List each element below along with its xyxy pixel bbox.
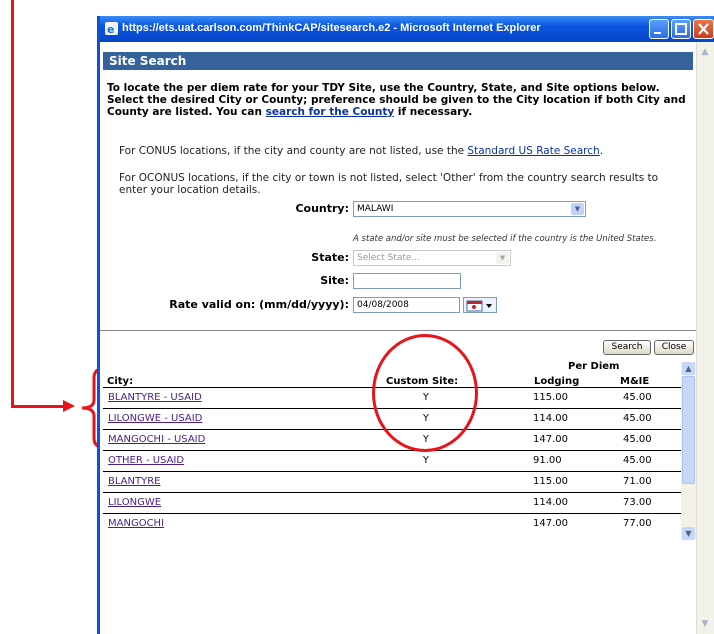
conus-note: For CONUS locations, if the city and cou… (119, 145, 689, 157)
mie-cell: 45.00 (623, 455, 652, 466)
annotation-line-horizontal (11, 405, 65, 408)
city-link[interactable]: MANGOCHI - USAID (108, 434, 205, 445)
mie-cell: 73.00 (623, 497, 652, 508)
standard-rate-search-link[interactable]: Standard US Rate Search (467, 145, 599, 157)
site-label: Site: (320, 274, 349, 287)
date-input[interactable]: 04/08/2008 (353, 297, 460, 313)
lodging-cell: 115.00 (533, 392, 568, 403)
country-select[interactable]: MALAWI ▼ (353, 201, 586, 217)
section-divider (100, 330, 697, 331)
conus-note-text: For CONUS locations, if the city and cou… (119, 145, 468, 157)
minimize-button[interactable] (649, 19, 669, 39)
page-title: Site Search (103, 52, 693, 70)
table-scrollbar-thumb[interactable] (682, 376, 695, 484)
city-link[interactable]: OTHER - USAID (108, 455, 184, 466)
calendar-icon (466, 300, 492, 312)
conus-note-end: . (599, 145, 604, 157)
state-placeholder: Select State... (357, 253, 421, 263)
state-label: State: (311, 251, 349, 264)
mie-cell: 45.00 (623, 392, 652, 403)
lodging-cell: 114.00 (533, 413, 568, 424)
title-bar: e https://ets.uat.carlson.com/ThinkCAP/s… (100, 16, 714, 42)
lodging-cell: 147.00 (533, 434, 568, 445)
table-scrollbar[interactable]: ▲ ▼ (681, 362, 696, 540)
page-content: Site Search To locate the per diem rate … (100, 42, 697, 634)
browser-window: e https://ets.uat.carlson.com/ThinkCAP/s… (97, 16, 714, 634)
close-button[interactable]: Close (654, 340, 694, 355)
ie-icon: e (105, 22, 118, 36)
table-row: BLANTYRE 115.00 71.00 (103, 472, 681, 493)
close-icon (698, 23, 709, 35)
custom-site-cell: Y (423, 455, 429, 466)
window-scrollbar[interactable]: ▲ ▼ (696, 42, 714, 634)
scroll-down-icon[interactable]: ▼ (699, 618, 711, 630)
annotation-line-vertical (11, 0, 14, 408)
oconus-note: For OCONUS locations, if the city or tow… (119, 172, 659, 196)
lodging-cell: 114.00 (533, 497, 568, 508)
mie-cell: 71.00 (623, 476, 652, 487)
lodging-cell: 147.00 (533, 518, 568, 528)
scroll-up-icon[interactable]: ▲ (699, 46, 711, 58)
lodging-cell: 115.00 (533, 476, 568, 487)
country-value: MALAWI (357, 204, 394, 214)
table-row: OTHER - USAID Y 91.00 45.00 (103, 451, 681, 472)
table-row: MANGOCHI 147.00 77.00 (103, 514, 681, 528)
calendar-button[interactable] (463, 297, 497, 313)
search-button[interactable]: Search (603, 340, 651, 355)
city-link[interactable]: MANGOCHI (108, 518, 164, 528)
maximize-icon (675, 23, 687, 35)
annotation-circle (372, 334, 478, 452)
county-search-link[interactable]: search for the County (266, 106, 395, 118)
lodging-cell: 91.00 (533, 455, 562, 466)
minimize-icon (654, 32, 661, 34)
city-link[interactable]: LILONGWE - USAID (108, 413, 202, 424)
table-row: LILONGWE 114.00 73.00 (103, 493, 681, 514)
scroll-down-icon[interactable]: ▼ (682, 527, 695, 540)
chevron-down-icon: ▼ (571, 203, 584, 215)
close-window-button[interactable] (693, 19, 714, 39)
maximize-button[interactable] (671, 19, 691, 39)
instructions: To locate the per diem rate for your TDY… (107, 82, 697, 118)
state-select[interactable]: Select State... ▼ (353, 250, 511, 266)
mie-cell: 77.00 (623, 518, 652, 528)
country-label: Country: (295, 202, 349, 215)
svg-text:e: e (107, 23, 114, 36)
chevron-down-icon: ▼ (496, 252, 509, 264)
mie-cell: 45.00 (623, 413, 652, 424)
city-link[interactable]: BLANTYRE - USAID (108, 392, 202, 403)
site-input[interactable] (353, 273, 461, 289)
city-link[interactable]: LILONGWE (108, 497, 161, 508)
instructions-text-end: if necessary. (394, 106, 473, 118)
city-link[interactable]: BLANTYRE (108, 476, 160, 487)
annotation-arrowhead (63, 400, 75, 412)
window-title: https://ets.uat.carlson.com/ThinkCAP/sit… (122, 22, 541, 34)
country-hint: A state and/or site must be selected if … (353, 234, 657, 244)
date-label: Rate valid on: (mm/dd/yyyy): (169, 298, 349, 311)
mie-cell: 45.00 (623, 434, 652, 445)
scroll-up-icon[interactable]: ▲ (682, 362, 695, 375)
